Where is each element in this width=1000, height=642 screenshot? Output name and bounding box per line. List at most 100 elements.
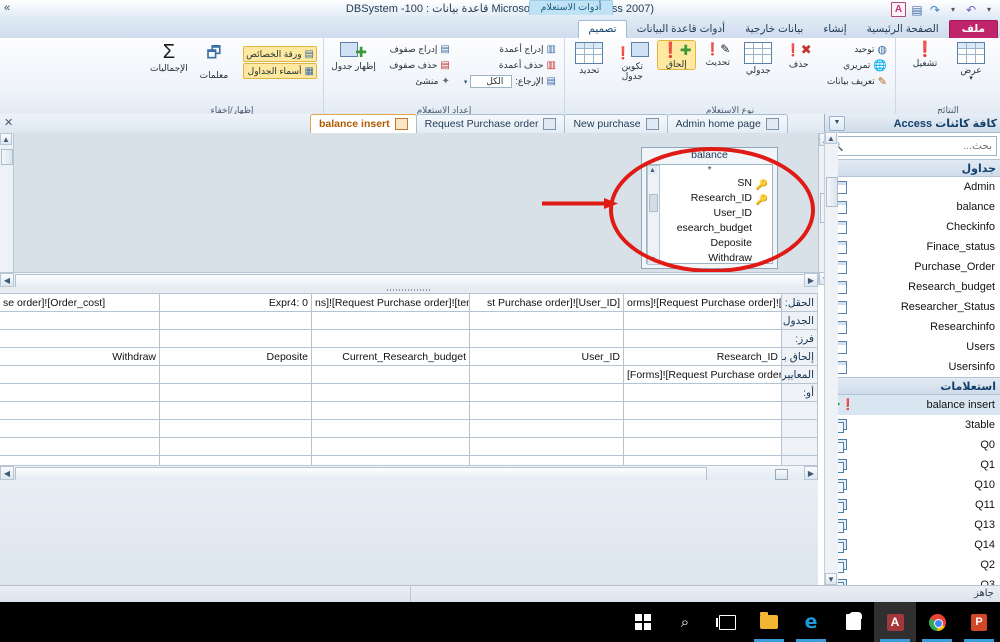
tab-file[interactable]: ملف <box>948 20 998 38</box>
make-table-query-button[interactable]: ❗ تكوين جدول <box>611 40 653 81</box>
qbe-cell-table-3[interactable] <box>159 311 312 330</box>
doc-tab-balance-insert[interactable]: balance insert <box>310 114 417 133</box>
qbe-cell-blank[interactable] <box>623 401 782 420</box>
qbe-horizontal-scrollbar[interactable]: ◀ ▶ <box>0 465 818 481</box>
update-query-button[interactable]: ✎❗ تحديث <box>700 40 736 67</box>
nav-item-purchase-order[interactable]: Purchase_Order <box>825 257 1000 277</box>
qbe-grid[interactable]: الحقل: orms]![Request Purchase order]![R… <box>0 293 818 466</box>
table-names-button[interactable]: ▦ أسماء الجداول <box>243 63 317 79</box>
qbe-cell-blank[interactable] <box>311 437 470 456</box>
qbe-cell-or-1[interactable] <box>469 383 624 402</box>
doc-tab-request-purchase-order[interactable]: Request Purchase order <box>415 114 566 133</box>
nav-item-q0[interactable]: Q0 <box>825 435 1000 455</box>
nav-item-balance[interactable]: balance <box>825 197 1000 217</box>
qbe-cell-field-2[interactable]: ns]![Request Purchase order]![temp] <box>311 293 470 312</box>
scroll-up-icon[interactable]: ▲ <box>825 132 837 144</box>
nav-item-balance-insert[interactable]: balance insert ❗✚ <box>825 395 1000 415</box>
chevron-down-icon[interactable]: ▼ <box>829 115 845 131</box>
delete-rows-button[interactable]: ▤ حذف صفوف <box>387 58 452 73</box>
start-button[interactable] <box>622 602 664 642</box>
scroll-right-icon[interactable]: ▶ <box>804 466 818 480</box>
nav-item-q14[interactable]: Q14 <box>825 535 1000 555</box>
qbe-cell-or-4[interactable] <box>0 383 160 402</box>
chevron-down-icon[interactable]: ▾ <box>464 78 468 86</box>
scroll-left-icon[interactable]: ◀ <box>0 273 14 287</box>
nav-item-q11[interactable]: Q11 <box>825 495 1000 515</box>
nav-item-q13[interactable]: Q13 <box>825 515 1000 535</box>
scroll-thumb[interactable] <box>649 194 658 212</box>
nav-section-tables[interactable]: جداول ⌃ <box>825 159 1000 177</box>
resize-grip-icon[interactable] <box>775 469 788 480</box>
field-asterisk[interactable]: * <box>647 165 772 176</box>
file-explorer-button[interactable] <box>748 602 790 642</box>
delete-query-button[interactable]: ✖❗ حذف <box>781 40 817 69</box>
nav-item-researchinfo[interactable]: Researchinfo <box>825 317 1000 337</box>
tab-home[interactable]: الصفحة الرئيسية <box>857 20 949 38</box>
table-field-list-balance[interactable]: balance * 🔑 SN 🔑 Research_ID User_ID ese… <box>641 147 778 269</box>
return-rows-control[interactable]: ▤ الإرجاع: الكل ▾ <box>462 74 558 89</box>
qbe-cell-criteria-2[interactable] <box>311 365 470 384</box>
query-design-surface[interactable]: balance * 🔑 SN 🔑 Research_ID User_ID ese… <box>0 133 818 286</box>
qbe-cell-blank[interactable] <box>311 401 470 420</box>
collapse-navigation-pane-icon[interactable]: » <box>4 2 10 14</box>
scroll-down-icon[interactable]: ▼ <box>825 573 837 585</box>
crosstab-query-button[interactable]: جدولي <box>740 40 776 75</box>
qbe-cell-criteria-3[interactable] <box>159 365 312 384</box>
qbe-cell-sort-4[interactable] <box>0 329 160 348</box>
pass-through-query-button[interactable]: 🌐 تمريري <box>825 58 889 73</box>
nav-section-queries[interactable]: استعلامات ⌃ <box>825 377 1000 395</box>
insert-rows-button[interactable]: ▤ إدراج صفوف <box>387 42 452 57</box>
nav-item-checkinfo[interactable]: Checkinfo <box>825 217 1000 237</box>
parameters-button[interactable]: 🗗 معلمات <box>195 40 233 80</box>
tab-create[interactable]: إنشاء <box>813 20 856 38</box>
powerpoint-button[interactable]: P <box>958 602 1000 642</box>
scroll-thumb[interactable] <box>1 149 13 165</box>
design-surface-horizontal-scrollbar[interactable]: ◀ ▶ <box>0 272 818 288</box>
search-button[interactable]: ⌕ <box>664 602 706 642</box>
return-value[interactable]: الكل <box>470 75 513 88</box>
tab-database-tools[interactable]: أدوات قاعدة البيانات <box>627 20 735 38</box>
qbe-cell-blank[interactable] <box>623 437 782 456</box>
nav-item-researcher-status[interactable]: Researcher_Status <box>825 297 1000 317</box>
qbe-cell-blank[interactable] <box>0 419 160 438</box>
qbe-cell-blank[interactable] <box>469 437 624 456</box>
scroll-thumb[interactable] <box>15 274 805 288</box>
undo-icon[interactable]: ↶ <box>964 3 978 17</box>
chrome-button[interactable] <box>916 602 958 642</box>
qbe-cell-or-2[interactable] <box>311 383 470 402</box>
qbe-cell-criteria-1[interactable] <box>469 365 624 384</box>
qbe-cell-blank[interactable] <box>159 401 312 420</box>
save-icon[interactable]: ▤ <box>910 3 924 17</box>
append-query-button[interactable]: ✚❗ إلحاق <box>657 40 696 70</box>
nav-item-q10[interactable]: Q10 <box>825 475 1000 495</box>
navigation-pane-scrollbar[interactable]: ▲ ▼ <box>824 132 838 585</box>
property-sheet-button[interactable]: ▤ ورقة الخصائص <box>243 46 317 62</box>
scroll-up-icon[interactable]: ▲ <box>648 166 657 175</box>
data-definition-query-button[interactable]: ✎ تعريف بيانات <box>825 74 889 89</box>
scroll-up-icon[interactable]: ▲ <box>0 133 12 145</box>
qbe-cell-field-0[interactable]: orms]![Request Purchase order]![Research… <box>623 293 782 312</box>
field-sn[interactable]: 🔑 SN <box>647 176 772 191</box>
tab-external-data[interactable]: بيانات خارجية <box>735 20 813 38</box>
view-button[interactable]: عرض ▾ <box>950 40 992 82</box>
union-query-button[interactable]: ◍ توحيد <box>825 42 889 57</box>
qbe-cell-blank[interactable] <box>623 419 782 438</box>
nav-item-3table[interactable]: 3table <box>825 415 1000 435</box>
scroll-right-icon[interactable]: ▶ <box>804 273 818 287</box>
search-input[interactable] <box>845 138 996 154</box>
edge-button[interactable]: e <box>790 602 832 642</box>
field-deposite[interactable]: Deposite <box>647 236 772 251</box>
field-list-scrollbar[interactable]: ▲ ▼ <box>647 165 660 265</box>
qbe-cell-append-3[interactable]: Deposite <box>159 347 312 366</box>
qbe-cell-or-3[interactable] <box>159 383 312 402</box>
redo-dropdown-icon[interactable]: ▾ <box>946 3 960 17</box>
qbe-cell-append-0[interactable]: Research_ID <box>623 347 782 366</box>
nav-item-research-budget[interactable]: Research_budget <box>825 277 1000 297</box>
scroll-down-icon[interactable]: ▼ <box>648 255 657 264</box>
qbe-cell-criteria-4[interactable] <box>0 365 160 384</box>
qbe-cell-field-4[interactable]: se order]![Order_cost] <box>0 293 160 312</box>
delete-columns-button[interactable]: ▥ حذف أعمدة <box>462 58 558 73</box>
builder-button[interactable]: ✦ منشئ <box>387 74 452 89</box>
store-button[interactable] <box>832 602 874 642</box>
qbe-cell-sort-2[interactable] <box>311 329 470 348</box>
